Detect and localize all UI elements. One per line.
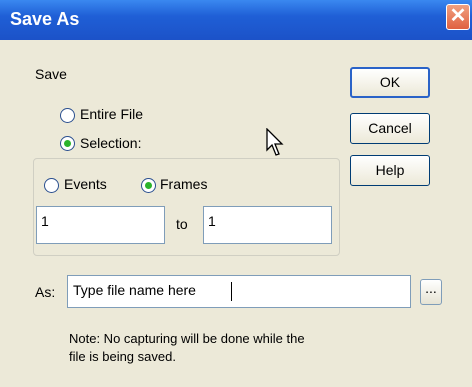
- title-bar[interactable]: Save As ✕: [0, 0, 472, 40]
- frames-radio[interactable]: [141, 178, 156, 193]
- entire-file-radio[interactable]: [60, 108, 75, 123]
- filename-input[interactable]: Type file name here: [67, 275, 411, 308]
- filename-label: As:: [35, 284, 56, 300]
- save-as-dialog: Save As ✕ Save Entire File Selection: Ev…: [0, 0, 472, 387]
- cancel-button[interactable]: Cancel: [350, 113, 430, 144]
- to-label: to: [176, 216, 188, 232]
- entire-file-label[interactable]: Entire File: [80, 106, 143, 122]
- events-radio[interactable]: [44, 178, 59, 193]
- selection-label[interactable]: Selection:: [80, 135, 141, 151]
- events-label[interactable]: Events: [64, 176, 107, 192]
- to-frame-input[interactable]: 1: [203, 206, 332, 244]
- ok-button[interactable]: OK: [350, 67, 430, 98]
- window-title: Save As: [10, 9, 80, 29]
- help-button[interactable]: Help: [350, 155, 430, 186]
- save-label: Save: [35, 66, 67, 82]
- mouse-pointer-icon: [266, 128, 284, 156]
- close-icon: ✕: [449, 5, 467, 27]
- text-caret: [231, 282, 232, 301]
- browse-button[interactable]: ...: [420, 279, 442, 305]
- close-button[interactable]: ✕: [446, 4, 470, 30]
- frames-label[interactable]: Frames: [160, 176, 207, 192]
- selection-radio[interactable]: [60, 136, 75, 151]
- note-text: Note: No capturing will be done while th…: [69, 331, 305, 364]
- from-frame-input[interactable]: 1: [36, 206, 165, 244]
